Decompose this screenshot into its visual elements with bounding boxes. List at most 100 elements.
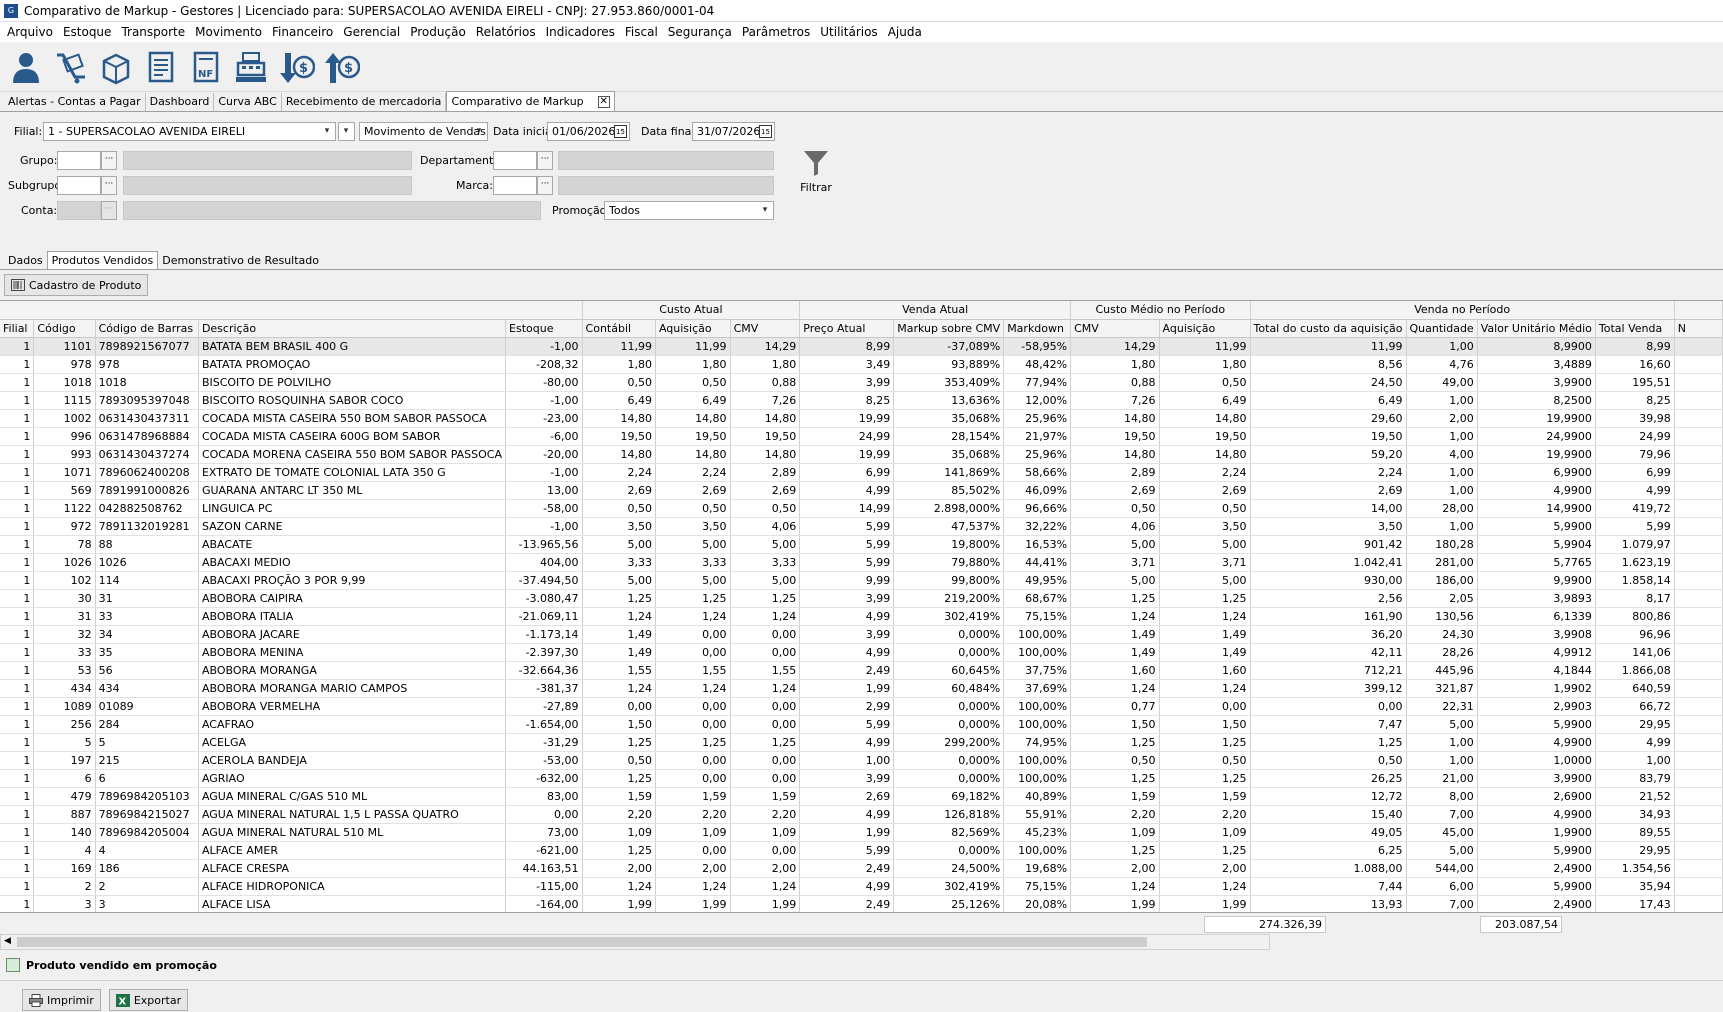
imprimir-button[interactable]: Imprimir [22, 989, 101, 1011]
table-row[interactable]: 1 1101 7898921567077 BATATA BEM BRASIL 400 … [0, 337, 1723, 356]
column-header[interactable]: Código de Barras [95, 319, 199, 338]
calendar-icon[interactable]: 15 [759, 125, 772, 138]
tab-dashboard[interactable]: Dashboard [146, 93, 215, 111]
column-header[interactable]: Total do custo da aquisição [1250, 319, 1407, 338]
table-row[interactable]: 1 434 434 ABOBORA MORANGA MARIO CAMPOS -381,… [0, 679, 1723, 698]
movimento-select[interactable]: Movimento de Vendas ▾ [359, 122, 488, 141]
table-row[interactable]: 1 3 3 ALFACE LISA -164,00 1,99 1,99 1,99 2,49 25,… [0, 895, 1723, 912]
money-down-icon[interactable]: $ [276, 47, 316, 87]
money-up-icon[interactable]: $ [321, 47, 361, 87]
column-header[interactable]: Markdown [1003, 319, 1072, 338]
grupo-search-button[interactable]: ··· [101, 151, 117, 170]
column-header[interactable]: Markup sobre CMV [893, 319, 1005, 338]
column-header[interactable]: N [1674, 319, 1723, 338]
close-tab-icon[interactable]: ✕ [597, 95, 610, 108]
filial-dropdown-button[interactable]: ▾ [338, 122, 355, 141]
filtrar-button[interactable]: Filtrar [798, 148, 834, 194]
calendar-icon[interactable]: 15 [614, 125, 627, 138]
table-row[interactable]: 1 996 0631478968884 COCADA MISTA CASEIRA 60… [0, 427, 1723, 446]
column-header[interactable]: CMV [730, 319, 801, 338]
tab-alertas-contas-pagar[interactable]: Alertas - Contas a Pagar [4, 93, 146, 111]
column-header[interactable]: Aquisição [1159, 319, 1251, 338]
filial-select[interactable]: 1 - SUPERSACOLAO AVENIDA EIRELI ▾ [43, 122, 336, 141]
column-header[interactable]: CMV [1070, 319, 1160, 338]
document-icon[interactable] [141, 47, 181, 87]
cart-icon[interactable] [51, 47, 91, 87]
table-row[interactable]: 1 978 978 BATATA PROMOÇAO -208,32 1,80 1,80 1,8… [0, 355, 1723, 374]
cash-register-icon[interactable] [231, 47, 271, 87]
menu-financeiro[interactable]: Financeiro [267, 25, 338, 39]
tab-curva-abc[interactable]: Curva ABC [214, 93, 282, 111]
table-row[interactable]: 1 6 6 AGRIAO -632,00 1,25 0,00 0,00 3,99 0,000% 10… [0, 769, 1723, 788]
table-row[interactable]: 1 197 215 ACEROLA BANDEJA -53,00 0,50 0,00 0,00… [0, 751, 1723, 770]
table-row[interactable]: 1 993 0631430437274 COCADA MORENA CASEIRA 5… [0, 445, 1723, 464]
table-row[interactable]: 1 1002 0631430437311 COCADA MISTA CASEIRA 5… [0, 409, 1723, 428]
menu-producao[interactable]: Produção [405, 25, 471, 39]
column-header[interactable]: Contábil [582, 319, 656, 338]
table-row[interactable]: 1 569 7891991000826 GUARANA ANTARC LT 350 M… [0, 481, 1723, 500]
column-header[interactable]: Código [33, 319, 96, 338]
menu-transporte[interactable]: Transporte [116, 25, 190, 39]
products-grid[interactable]: Custo Atual Venda Atual Custo Médio no P… [0, 300, 1723, 912]
nf-invoice-icon[interactable]: NF [186, 47, 226, 87]
table-row[interactable]: 1 1071 7896062400208 EXTRATO DE TOMATE COLO… [0, 463, 1723, 482]
horizontal-scrollbar[interactable]: ◀ [0, 934, 1270, 950]
table-row[interactable]: 1 33 35 ABOBORA MENINA -2.397,30 1,49 0,00 0,00… [0, 643, 1723, 662]
departamento-search-button[interactable]: ··· [537, 151, 553, 170]
tab-demonstrativo-resultado[interactable]: Demonstrativo de Resultado [158, 252, 323, 269]
table-row[interactable]: 1 1122 042882508762 LINGUICA PC -58,00 0,50 0,… [0, 499, 1723, 518]
table-row[interactable]: 1 256 284 ACAFRAO -1.654,00 1,50 0,00 0,00 5,99 0… [0, 715, 1723, 734]
column-header[interactable]: Valor Unitário Médio [1477, 319, 1596, 338]
table-row[interactable]: 1 102 114 ABACAXI PROÇÃO 3 POR 9,99 -37.494,… [0, 571, 1723, 590]
menu-estoque[interactable]: Estoque [58, 25, 117, 39]
column-header[interactable]: Estoque [505, 319, 583, 338]
column-header[interactable]: Descrição [198, 319, 507, 338]
table-row[interactable]: 1 78 88 ABACATE -13.965,56 5,00 5,00 5,00 5,99 19… [0, 535, 1723, 554]
column-header[interactable]: Preço Atual [799, 319, 895, 338]
table-row[interactable]: 1 2 2 ALFACE HIDROPONICA -115,00 1,24 1,24 1,24… [0, 877, 1723, 896]
menu-parametros[interactable]: Parâmetros [737, 25, 815, 39]
menu-gerencial[interactable]: Gerencial [338, 25, 405, 39]
marca-search-button[interactable]: ··· [537, 176, 553, 195]
column-header[interactable]: Total Venda [1595, 319, 1675, 338]
table-row[interactable]: 1 1115 7893095397048 BISCOITO ROSQUINHA SAB… [0, 391, 1723, 410]
menu-arquivo[interactable]: Arquivo [2, 25, 58, 39]
table-row[interactable]: 1 31 33 ABOBORA ITALIA -21.069,11 1,24 1,24 1,2… [0, 607, 1723, 626]
data-inicial-input[interactable]: 01/06/2026 15 [547, 122, 630, 141]
table-row[interactable]: 1 479 7896984205103 AGUA MINERAL C/GAS 510 … [0, 787, 1723, 806]
tab-dados[interactable]: Dados [4, 252, 47, 269]
table-row[interactable]: 1 1018 1018 BISCOITO DE POLVILHO -80,00 0,50 0… [0, 373, 1723, 392]
menu-utilitarios[interactable]: Utilitários [815, 25, 882, 39]
marca-code-input[interactable] [493, 176, 537, 195]
user-icon[interactable] [6, 47, 46, 87]
tab-recebimento-mercadoria[interactable]: Recebimento de mercadoria [282, 93, 447, 111]
box-icon[interactable] [96, 47, 136, 87]
menu-ajuda[interactable]: Ajuda [883, 25, 927, 39]
column-header[interactable]: Aquisição [655, 319, 731, 338]
menu-fiscal[interactable]: Fiscal [620, 25, 663, 39]
table-row[interactable]: 1 1089 01089 ABOBORA VERMELHA -27,89 0,00 0,00… [0, 697, 1723, 716]
departamento-code-input[interactable] [493, 151, 537, 170]
tab-comparativo-markup[interactable]: Comparativo de Markup ✕ [446, 91, 615, 111]
grupo-code-input[interactable] [57, 151, 101, 170]
menu-relatorios[interactable]: Relatórios [471, 25, 541, 39]
exportar-button[interactable]: X Exportar [108, 989, 189, 1011]
subgrupo-search-button[interactable]: ··· [101, 176, 117, 195]
data-final-input[interactable]: 31/07/2026 15 [692, 122, 775, 141]
table-row[interactable]: 1 972 7891132019281 SAZON CARNE -1,00 3,50 3,5… [0, 517, 1723, 536]
scroll-thumb[interactable] [17, 937, 1147, 947]
table-row[interactable]: 1 53 56 ABOBORA MORANGA -32.664,36 1,55 1,55 1,… [0, 661, 1723, 680]
table-row[interactable]: 1 30 31 ABOBORA CAIPIRA -3.080,47 1,25 1,25 1,2… [0, 589, 1723, 608]
scroll-left-icon[interactable]: ◀ [4, 936, 11, 946]
table-row[interactable]: 1 4 4 ALFACE AMER -621,00 1,25 0,00 0,00 5,99 0,0… [0, 841, 1723, 860]
table-row[interactable]: 1 887 7896984215027 AGUA MINERAL NATURAL 1,… [0, 805, 1723, 824]
menu-indicadores[interactable]: Indicadores [541, 25, 620, 39]
table-row[interactable]: 1 1026 1026 ABACAXI MEDIO 404,00 3,33 3,33 3,33… [0, 553, 1723, 572]
tab-produtos-vendidos[interactable]: Produtos Vendidos [46, 251, 159, 269]
promocao-select[interactable]: Todos ▾ [604, 201, 774, 220]
table-row[interactable]: 1 169 186 ALFACE CRESPA 44.163,51 2,00 2,00 2,0… [0, 859, 1723, 878]
column-header[interactable]: Filial [0, 319, 35, 338]
table-row[interactable]: 1 32 34 ABOBORA JACARE -1.173,14 1,49 0,00 0,00… [0, 625, 1723, 644]
menu-movimento[interactable]: Movimento [190, 25, 267, 39]
table-row[interactable]: 1 140 7896984205004 AGUA MINERAL NATURAL 51… [0, 823, 1723, 842]
